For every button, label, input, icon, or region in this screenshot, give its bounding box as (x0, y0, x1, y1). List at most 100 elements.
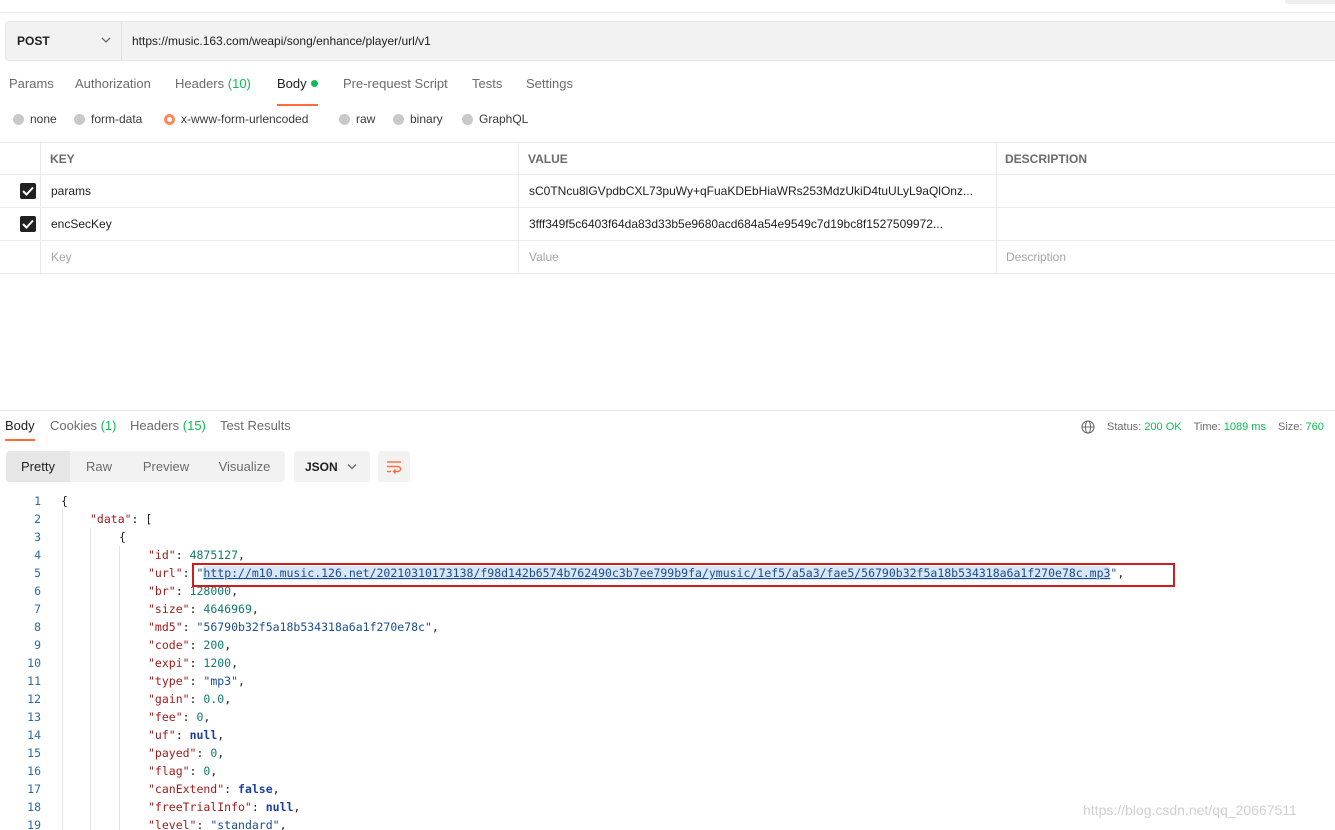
json-number: 1200 (203, 656, 232, 670)
response-json-editor[interactable]: 1 2 3 4 5 6 7 8 9 10 11 12 13 14 15 16 1… (0, 492, 1335, 830)
response-divider[interactable] (0, 410, 1335, 411)
view-pretty-button[interactable]: Pretty (6, 451, 70, 482)
chevron-down-icon (101, 37, 111, 43)
response-tab-cookies[interactable]: Cookies (1) (50, 418, 116, 433)
json-keyword: null (189, 728, 218, 742)
value-placeholder-input[interactable]: Value (529, 241, 559, 273)
view-raw-button[interactable]: Raw (70, 451, 128, 482)
response-status-bar: Status: 200 OK Time: 1089 ms Size: 760 (1081, 420, 1324, 434)
json-string: "56790b32f5a18b534318a6a1f270e78c" (196, 620, 432, 634)
json-key: "uf" (148, 728, 176, 742)
active-tab-underline (5, 439, 35, 441)
radio-x-www-form-urlencoded[interactable]: x-www-form-urlencoded (164, 112, 308, 126)
wrap-lines-button[interactable] (378, 451, 410, 482)
line-number: 6 (34, 584, 41, 598)
body-indicator-dot (310, 80, 318, 87)
radio-raw[interactable]: raw (339, 112, 375, 126)
json-brace: { (119, 530, 126, 544)
code-line: "flag": 0, (148, 764, 218, 778)
json-number: 0.0 (203, 692, 225, 706)
radio-binary[interactable]: binary (393, 112, 443, 126)
line-number: 2 (34, 512, 41, 526)
view-preview-button[interactable]: Preview (128, 451, 204, 482)
size-value: 760 (1305, 421, 1324, 433)
tab-params[interactable]: Params (9, 76, 54, 102)
indent-guide (90, 528, 91, 830)
top-right-button[interactable] (1285, 0, 1335, 4)
line-number: 3 (34, 530, 41, 544)
view-visualize-button[interactable]: Visualize (204, 451, 285, 482)
json-key: "expi" (148, 656, 190, 670)
time-value: 1089 ms (1223, 421, 1266, 433)
radio-circle (339, 113, 350, 125)
column-header-description: DESCRIPTION (1005, 152, 1088, 166)
radio-graphql[interactable]: GraphQL (462, 112, 528, 126)
json-key: "data" (90, 512, 132, 526)
globe-icon[interactable] (1081, 420, 1095, 434)
radio-form-data[interactable]: form-data (74, 112, 142, 126)
method-label: POST (17, 34, 50, 48)
code-line: "data": [ (90, 510, 152, 528)
code-line: "size": 4646969, (148, 602, 259, 616)
line-number: 5 (34, 566, 41, 580)
radio-graphql-label: GraphQL (479, 112, 529, 126)
tab-prerequest-label: Pre-request Script (343, 76, 448, 91)
indent-guide (62, 510, 63, 830)
row-value-field[interactable]: sC0TNcu8lGVpdbCXL73puWy+qFuaKDEbHiaWRs25… (529, 175, 991, 207)
tab-prerequest-script[interactable]: Pre-request Script (343, 76, 448, 102)
line-number: 7 (34, 602, 41, 616)
json-brace: { (61, 494, 68, 508)
line-number: 15 (27, 746, 41, 760)
json-key: "id" (148, 548, 176, 562)
radio-none[interactable]: none (13, 112, 57, 126)
line-number: 10 (27, 656, 41, 670)
response-tab-headers[interactable]: Headers (15) (130, 418, 206, 433)
code-line: "uf": null, (148, 728, 225, 742)
response-tab-test-results[interactable]: Test Results (220, 418, 291, 433)
tab-authorization[interactable]: Authorization (75, 76, 151, 102)
code-line: "id": 4875127, (148, 548, 245, 562)
tab-authorization-label: Authorization (75, 76, 151, 91)
check-icon (22, 219, 34, 229)
code-line: "freeTrialInfo": null, (148, 800, 301, 814)
tab-tests[interactable]: Tests (472, 76, 502, 102)
row-key-field[interactable]: params (51, 175, 511, 207)
response-headers-count: (15) (182, 418, 206, 433)
row-key-field[interactable]: encSecKey (51, 208, 511, 240)
response-tab-test-results-label: Test Results (220, 418, 291, 433)
row-checkbox[interactable] (20, 216, 36, 232)
response-view-modes: Pretty Raw Preview Visualize (6, 451, 285, 482)
row-value-field[interactable]: 3fff349f5c6403f64da83d33b5e9680acd684a54… (529, 208, 991, 240)
tab-headers[interactable]: Headers (10) (175, 76, 251, 102)
tab-body[interactable]: Body (277, 76, 318, 106)
response-tab-body[interactable]: Body (5, 418, 35, 441)
row-checkbox[interactable] (20, 183, 36, 199)
tab-settings[interactable]: Settings (526, 76, 573, 102)
key-placeholder-input[interactable]: Key (51, 241, 72, 273)
code-line: "code": 200, (148, 638, 232, 652)
size-label: Size: (1277, 421, 1303, 433)
json-punct: : [ (131, 512, 153, 526)
json-key: "fee" (148, 710, 183, 724)
row-description-field[interactable] (1006, 208, 1326, 240)
description-placeholder-input[interactable]: Description (1006, 241, 1066, 273)
cookies-count: (1) (100, 418, 117, 433)
row-description-field[interactable] (1006, 175, 1326, 207)
format-select[interactable]: JSON (294, 451, 370, 482)
code-line: { (119, 528, 126, 546)
indent-guide (119, 546, 120, 830)
radio-urlencoded-label: x-www-form-urlencoded (181, 112, 309, 126)
json-number: 4646969 (203, 602, 252, 616)
url-input[interactable]: https://music.163.com/weapi/song/enhance… (132, 34, 431, 48)
wrap-lines-icon (387, 461, 402, 474)
tab-settings-label: Settings (526, 76, 573, 91)
json-key: "br" (148, 584, 176, 598)
check-icon (22, 186, 34, 196)
format-select-label: JSON (305, 460, 338, 474)
method-select[interactable]: POST (6, 22, 122, 60)
json-keyword: false (238, 782, 273, 796)
table-row-new: Key Value Description (0, 241, 1335, 274)
response-tab-body-label: Body (5, 418, 35, 433)
json-key: "md5" (148, 620, 183, 634)
tab-body-label: Body (277, 76, 307, 91)
